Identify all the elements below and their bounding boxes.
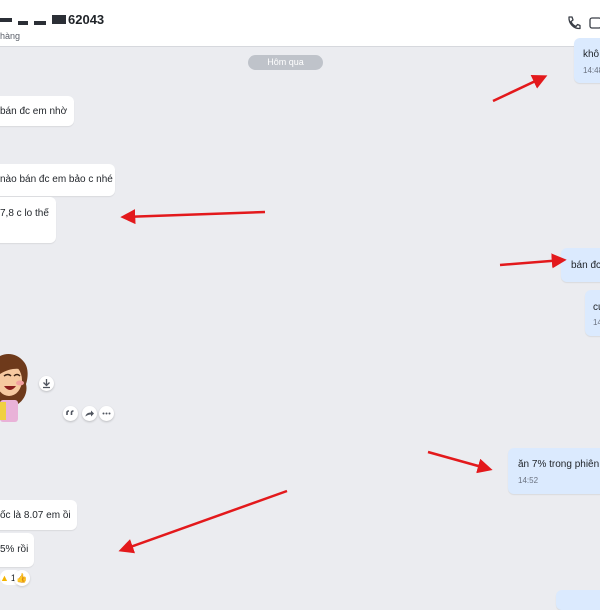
message-time: 14 xyxy=(593,318,600,327)
redaction-mark xyxy=(52,15,66,24)
annotation-arrow xyxy=(118,489,288,554)
message-bubble-outgoing[interactable]: ăn 7% trong phiên 14:52 xyxy=(508,448,600,494)
download-icon[interactable] xyxy=(39,376,54,391)
annotation-arrow xyxy=(427,450,493,474)
day-separator: Hôm qua xyxy=(248,55,323,70)
message-bubble-outgoing[interactable] xyxy=(556,590,600,610)
message-text: 5% rồi xyxy=(0,544,29,555)
message-time: 14:52 xyxy=(518,476,539,485)
message-bubble-outgoing[interactable]: khô 14:48 xyxy=(574,38,600,83)
share-icon[interactable] xyxy=(82,406,97,421)
message-bubble-outgoing[interactable]: cu 14 xyxy=(585,290,600,336)
video-call-icon[interactable] xyxy=(588,14,600,32)
message-text: nào bán đc em bảo c nhé xyxy=(0,174,113,185)
redaction-mark xyxy=(0,17,12,22)
message-time: 14:48 xyxy=(583,66,600,75)
chat-header: 62043 hàng xyxy=(0,0,600,47)
add-reaction-icon[interactable]: 👍 xyxy=(14,570,30,586)
message-text: bán đc xyxy=(571,260,600,271)
message-bubble-incoming[interactable]: 5% rồi xyxy=(0,533,34,567)
message-bubble-incoming[interactable]: 7,8 c lo thế xyxy=(0,197,56,243)
message-text: 7,8 c lo thế xyxy=(0,208,49,219)
contact-name[interactable]: 62043 xyxy=(0,12,104,27)
message-bubble-incoming[interactable]: bán đc em nhờ xyxy=(0,96,74,126)
contact-subtitle: hàng xyxy=(0,31,21,41)
message-bubble-outgoing[interactable]: bán đc xyxy=(561,248,600,282)
sticker-image[interactable] xyxy=(0,352,30,422)
message-bubble-incoming[interactable]: ốc là 8.07 em ồi xyxy=(0,500,77,530)
message-text: bán đc em nhờ xyxy=(0,106,68,117)
message-text: ăn 7% trong phiên xyxy=(518,459,600,470)
quote-icon[interactable] xyxy=(63,406,78,421)
annotation-arrow xyxy=(499,253,567,269)
redaction-mark xyxy=(34,20,46,25)
contact-name-text: 62043 xyxy=(68,12,105,27)
message-text: cu xyxy=(593,302,600,313)
phone-icon[interactable] xyxy=(565,14,583,32)
thumbs-up-icon: ▲ xyxy=(0,572,9,583)
annotation-arrows xyxy=(118,75,567,554)
message-text: khô xyxy=(583,49,600,60)
annotation-arrow xyxy=(492,75,548,103)
message-text: ốc là 8.07 em ồi xyxy=(0,510,71,521)
annotation-arrow xyxy=(120,209,266,225)
redaction-mark xyxy=(18,20,28,25)
message-bubble-incoming[interactable]: nào bán đc em bảo c nhé xyxy=(0,164,115,196)
more-icon[interactable] xyxy=(99,406,114,421)
